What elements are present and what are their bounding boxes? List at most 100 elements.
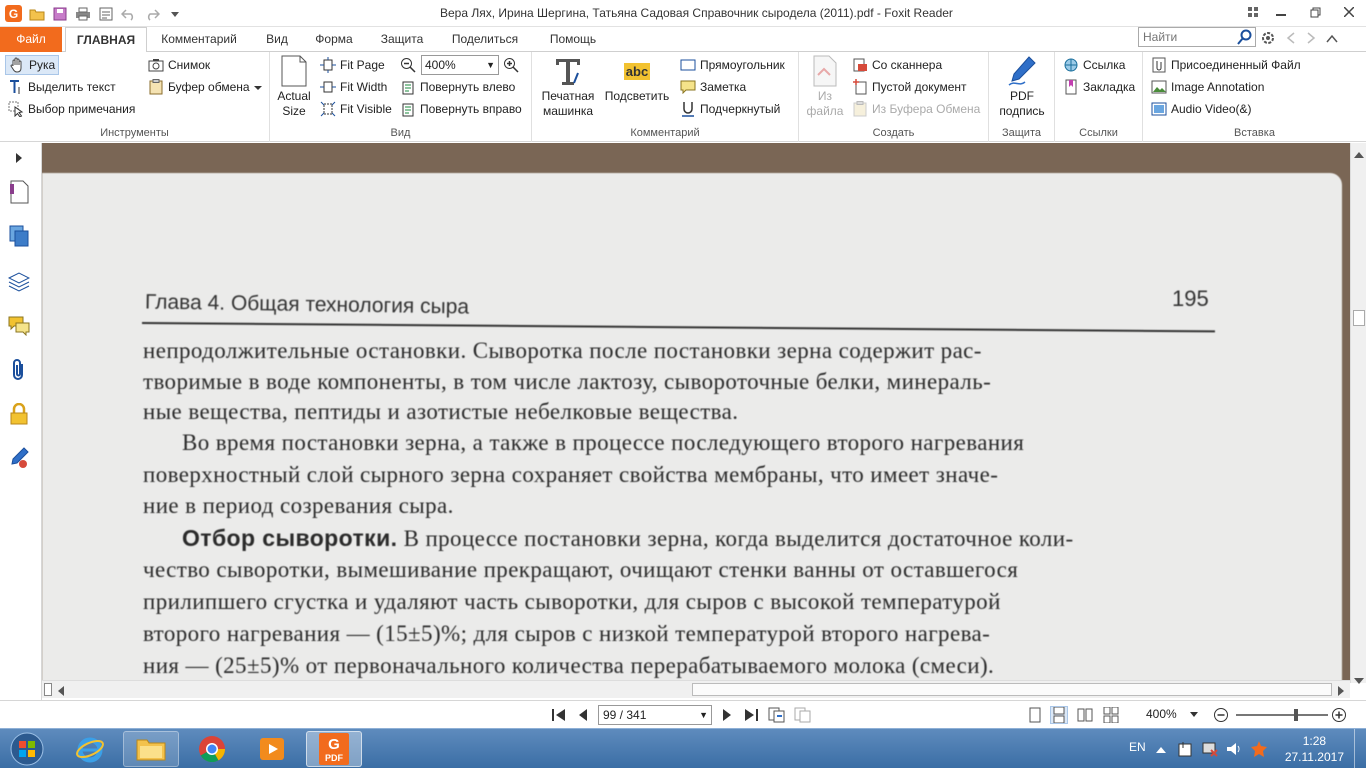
customize-toolbar-icon[interactable] (165, 4, 184, 23)
signature-icon[interactable] (6, 445, 32, 471)
attachment-button[interactable]: Присоединенный Файл (1151, 55, 1301, 75)
zoom-slider[interactable] (1236, 709, 1328, 721)
audio-video-button[interactable]: Audio Video(&) (1151, 99, 1252, 119)
vertical-scroll-thumb[interactable] (1353, 310, 1365, 326)
horizontal-scrollbar[interactable] (42, 680, 1350, 698)
split-handle[interactable] (44, 683, 52, 696)
zoom-dropdown-icon[interactable] (1185, 706, 1203, 724)
start-button[interactable] (2, 731, 52, 767)
last-page-icon[interactable] (742, 706, 760, 724)
zoom-level[interactable]: 400% (1146, 707, 1177, 721)
language-indicator[interactable]: EN (1129, 740, 1146, 754)
image-annotation-button[interactable]: Image Annotation (1151, 77, 1264, 97)
actual-size-button[interactable]: Actual Size (276, 55, 312, 119)
bookmark-button[interactable]: Закладка (1063, 77, 1135, 97)
search-input[interactable] (1139, 28, 1235, 46)
fit-width-button[interactable]: Fit Width (320, 77, 387, 97)
rotate-right-button[interactable]: Повернуть вправо (400, 99, 522, 119)
clock[interactable]: 1:28 27.11.2017 (1285, 733, 1344, 765)
snapshot-button[interactable]: Снимок (148, 55, 210, 75)
highlight-button[interactable]: abc Подсветить (602, 55, 672, 104)
continuous-facing-icon[interactable] (1102, 706, 1120, 724)
taskbar-explorer[interactable] (123, 731, 179, 767)
save-icon[interactable] (50, 4, 69, 23)
from-scanner-button[interactable]: Со сканнера (852, 55, 942, 75)
fit-visible-button[interactable]: Fit Visible (320, 99, 392, 119)
volume-icon[interactable] (1226, 741, 1242, 760)
horizontal-scroll-thumb[interactable] (692, 683, 1332, 696)
fit-page-button[interactable]: Fit Page (320, 55, 385, 75)
facing-pages-icon[interactable] (1076, 706, 1094, 724)
gear-icon[interactable] (1260, 30, 1276, 49)
select-annotation-button[interactable]: Выбор примечания (8, 99, 135, 119)
ribbon-options-icon[interactable] (1242, 0, 1264, 24)
hand-tool-button[interactable]: Рука (5, 55, 60, 75)
layers-icon[interactable] (6, 269, 32, 295)
link-button[interactable]: Ссылка (1063, 55, 1125, 75)
attachment-icon[interactable] (6, 357, 32, 383)
rectangle-button[interactable]: Прямоугольник (680, 55, 785, 75)
show-hidden-icons-icon[interactable] (1156, 743, 1166, 757)
print-icon[interactable] (73, 4, 92, 23)
expand-panel-icon[interactable] (6, 145, 32, 171)
previous-view-icon[interactable] (768, 706, 786, 724)
close-icon[interactable] (1332, 0, 1366, 24)
minimize-icon[interactable] (1264, 0, 1298, 24)
select-text-button[interactable]: Выделить текст (8, 77, 116, 97)
tab-protect[interactable]: Защита (370, 27, 434, 52)
undo-icon[interactable] (119, 4, 138, 23)
next-view-icon[interactable] (794, 706, 812, 724)
underline-button[interactable]: Подчеркнутый (680, 99, 780, 119)
vertical-scrollbar[interactable] (1350, 143, 1366, 684)
from-file-button[interactable]: Из файла (805, 55, 845, 119)
rotate-left-button[interactable]: Повернуть влево (400, 77, 515, 97)
tab-comment[interactable]: Комментарий (150, 27, 248, 52)
from-clipboard-button[interactable]: Из Буфера Обмена (852, 99, 980, 119)
collapse-ribbon-icon[interactable] (1326, 33, 1338, 47)
zoom-out-button[interactable] (400, 55, 416, 75)
search-icon[interactable] (1237, 29, 1253, 48)
clipboard-button[interactable]: Буфер обмена (148, 77, 262, 97)
scroll-left-icon[interactable] (58, 685, 64, 699)
tab-file[interactable]: Файл (0, 27, 62, 52)
zoom-in-icon[interactable] (1330, 706, 1348, 724)
typewriter-button[interactable]: Печатная машинка (538, 55, 598, 119)
page-thumbnail-icon[interactable] (6, 179, 32, 205)
scroll-up-icon[interactable] (1354, 147, 1364, 161)
taskbar-media-player[interactable] (245, 731, 301, 767)
comments-icon[interactable] (6, 313, 32, 339)
zoom-select[interactable]: 400% ▼ (421, 55, 499, 75)
taskbar-internet-explorer[interactable] (62, 731, 118, 767)
blank-document-button[interactable]: Пустой документ (852, 77, 967, 97)
restore-icon[interactable] (1298, 0, 1332, 24)
zoom-slider-knob[interactable] (1294, 709, 1298, 721)
taskbar-chrome[interactable] (184, 731, 240, 767)
page-number-select[interactable]: 99 / 341 ▼ (598, 705, 712, 725)
notification-icon[interactable] (1250, 740, 1268, 761)
chevron-left-icon[interactable] (1286, 32, 1296, 47)
lock-icon[interactable] (6, 401, 32, 427)
tab-share[interactable]: Поделиться (440, 27, 530, 52)
pages-icon[interactable] (6, 223, 32, 249)
scroll-right-icon[interactable] (1338, 685, 1344, 699)
properties-icon[interactable] (96, 4, 115, 23)
security-center-icon[interactable] (1178, 741, 1194, 760)
tab-view[interactable]: Вид (255, 27, 299, 52)
scroll-down-icon[interactable] (1354, 673, 1364, 687)
previous-page-icon[interactable] (574, 706, 592, 724)
pdf-sign-button[interactable]: PDF подпись (995, 55, 1049, 119)
chevron-right-icon[interactable] (1306, 32, 1316, 47)
zoom-out-icon[interactable] (1212, 706, 1230, 724)
network-icon[interactable] (1202, 741, 1218, 760)
single-page-icon[interactable] (1026, 706, 1044, 724)
zoom-in-button[interactable] (503, 55, 519, 75)
open-folder-icon[interactable] (27, 4, 46, 23)
tab-form[interactable]: Форма (305, 27, 363, 52)
first-page-icon[interactable] (550, 706, 568, 724)
app-logo-icon[interactable]: G (4, 4, 23, 23)
taskbar-foxit-reader[interactable]: G PDF (306, 731, 362, 767)
document-view[interactable]: Глава 4. Общая технология сыра 195 непро… (42, 143, 1350, 680)
redo-icon[interactable] (142, 4, 161, 23)
note-button[interactable]: Заметка (680, 77, 746, 97)
show-desktop-button[interactable] (1354, 729, 1366, 768)
